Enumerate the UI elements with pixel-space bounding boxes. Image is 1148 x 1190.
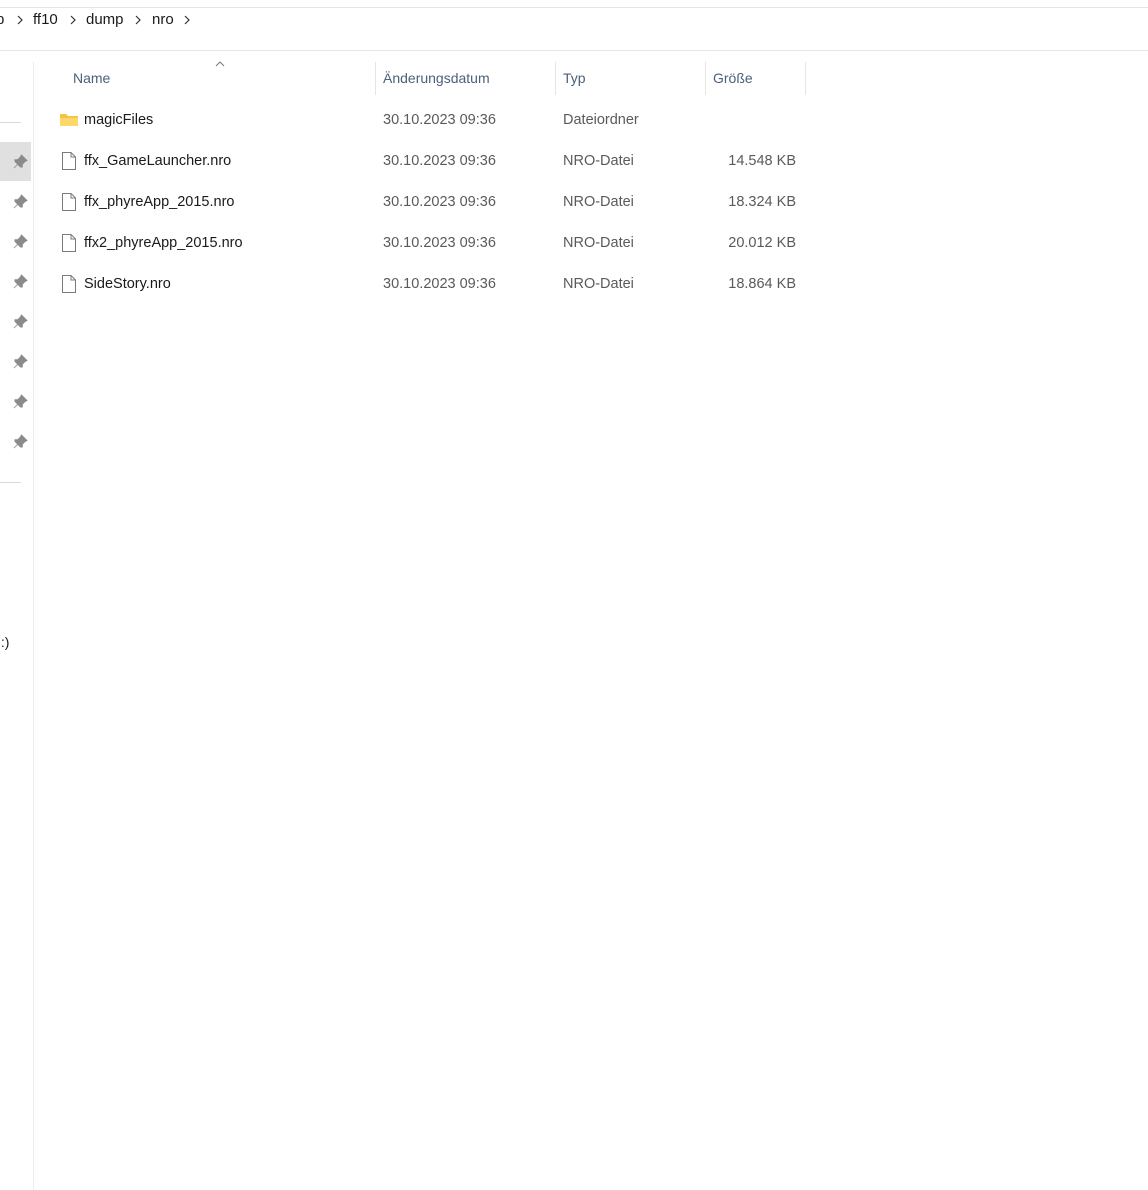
breadcrumb-leading-fragment[interactable]: p: [0, 11, 4, 28]
file-name: ffx2_phyreApp_2015.nro: [84, 235, 243, 251]
file-icon: [62, 234, 76, 252]
pin-icon[interactable]: [13, 274, 28, 289]
quick-access-item[interactable]: [0, 142, 31, 181]
file-date: 30.10.2023 09:36: [383, 194, 496, 210]
quick-access-item[interactable]: [0, 422, 31, 461]
file-type: NRO-Datei: [563, 235, 634, 251]
file-size: 20.012 KB: [728, 235, 796, 251]
column-header-size[interactable]: Größe: [713, 62, 753, 95]
pin-icon[interactable]: [13, 314, 28, 329]
column-separator[interactable]: [705, 62, 706, 95]
chevron-right-icon[interactable]: [132, 14, 144, 26]
file-explorer-window: p ff10 dump nro:) Name Änderungsdatum T…: [0, 0, 1148, 1190]
file-date: 30.10.2023 09:36: [383, 112, 496, 128]
list-item[interactable]: magicFiles 30.10.2023 09:36 Dateiordner: [40, 100, 810, 141]
file-date: 30.10.2023 09:36: [383, 276, 496, 292]
pin-icon[interactable]: [13, 394, 28, 409]
file-size: 18.864 KB: [728, 276, 796, 292]
chevron-right-icon[interactable]: [181, 14, 193, 26]
quick-access-item[interactable]: [0, 342, 31, 381]
column-separator[interactable]: [555, 62, 556, 95]
pin-icon[interactable]: [13, 434, 28, 449]
sidebar-drive-label[interactable]: !:): [0, 634, 9, 650]
breadcrumb-item-dump[interactable]: dump: [86, 11, 124, 28]
top-border: [0, 7, 1148, 8]
file-icon: [62, 152, 76, 170]
column-header-type[interactable]: Typ: [563, 62, 586, 95]
chevron-right-icon[interactable]: [67, 14, 79, 26]
file-date: 30.10.2023 09:36: [383, 153, 496, 169]
sidebar-divider: [0, 482, 21, 483]
quick-access-item[interactable]: [0, 262, 31, 301]
column-separator[interactable]: [375, 62, 376, 95]
column-header-date[interactable]: Änderungsdatum: [383, 62, 490, 95]
quick-access-item[interactable]: [0, 182, 31, 221]
file-type: NRO-Datei: [563, 153, 634, 169]
pin-icon[interactable]: [13, 194, 28, 209]
file-icon: [62, 193, 76, 211]
quick-access-item[interactable]: [0, 222, 31, 261]
pin-icon[interactable]: [13, 154, 28, 169]
chevron-right-icon[interactable]: [14, 14, 26, 26]
file-type: Dateiordner: [563, 112, 639, 128]
file-size: 18.324 KB: [728, 194, 796, 210]
pin-icon[interactable]: [13, 354, 28, 369]
file-name: ffx_GameLauncher.nro: [84, 153, 232, 169]
file-date: 30.10.2023 09:36: [383, 235, 496, 251]
list-item[interactable]: ffx2_phyreApp_2015.nro 30.10.2023 09:36 …: [40, 223, 810, 264]
list-item[interactable]: ffx_GameLauncher.nro 30.10.2023 09:36 NR…: [40, 141, 810, 182]
sort-ascending-icon: [215, 61, 225, 67]
file-icon: [62, 275, 76, 293]
quick-access-item[interactable]: [0, 302, 31, 341]
sidebar-divider: [0, 122, 21, 123]
column-separator[interactable]: [805, 62, 806, 95]
pane-splitter[interactable]: [33, 62, 34, 1190]
file-type: NRO-Datei: [563, 276, 634, 292]
list-item[interactable]: SideStory.nro 30.10.2023 09:36 NRO-Datei…: [40, 264, 810, 305]
breadcrumb-item-nro[interactable]: nro: [152, 11, 174, 28]
column-header-name[interactable]: Name: [73, 62, 110, 95]
file-size: 14.548 KB: [728, 153, 796, 169]
address-bar-divider: [0, 50, 1148, 51]
folder-icon: [60, 114, 78, 126]
breadcrumb-item-ff10[interactable]: ff10: [33, 11, 58, 28]
file-name: magicFiles: [84, 112, 154, 128]
file-type: NRO-Datei: [563, 194, 634, 210]
list-item[interactable]: ffx_phyreApp_2015.nro 30.10.2023 09:36 N…: [40, 182, 810, 223]
pin-icon[interactable]: [13, 234, 28, 249]
quick-access-item[interactable]: [0, 382, 31, 421]
file-name: ffx_phyreApp_2015.nro: [84, 194, 235, 210]
file-name: SideStory.nro: [84, 276, 171, 292]
